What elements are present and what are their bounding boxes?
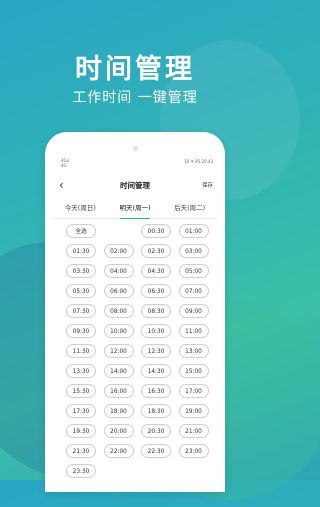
time-slot-button[interactable]: 07:00 — [178, 284, 209, 298]
time-slot-button[interactable]: 12:00 — [103, 344, 134, 358]
time-slot-button[interactable]: 06:30 — [141, 284, 171, 298]
time-slot-button[interactable]: 01:30 — [66, 244, 96, 258]
time-slot-button[interactable]: 08:30 — [141, 304, 171, 318]
camera-icon — [133, 146, 138, 151]
time-slot-button[interactable]: 17:30 — [66, 404, 96, 418]
phone-mockup: 4Ga 4G 10 ⁕ 95 20:43 ‹ 时间管理 保存 今天(周日) 明天(… — [45, 132, 225, 492]
status-signal-bottom: 4G — [61, 163, 67, 168]
time-slot-button[interactable]: 18:30 — [141, 404, 171, 418]
time-slot-button[interactable]: 09:30 — [66, 324, 96, 338]
time-slot-button[interactable]: 08:00 — [103, 304, 134, 318]
time-slot-button[interactable]: 21:30 — [66, 444, 96, 458]
nav-bar: ‹ 时间管理 保存 — [57, 176, 213, 196]
time-slot-button[interactable]: 18:00 — [103, 404, 134, 418]
promo-subheadline: 工作时间 一键管理 — [72, 90, 198, 106]
time-slot-button[interactable]: 23:00 — [178, 444, 209, 458]
time-slot-button[interactable]: 11:00 — [178, 324, 209, 338]
time-slot-button[interactable]: 13:00 — [178, 344, 209, 358]
time-slot-button[interactable]: 14:30 — [141, 364, 171, 378]
time-slot-button[interactable]: 02:00 — [103, 244, 134, 258]
time-slot-button[interactable]: 10:30 — [141, 324, 171, 338]
time-slot-button[interactable]: 05:30 — [66, 284, 96, 298]
time-slot-button[interactable]: 15:00 — [178, 364, 209, 378]
time-slot-button[interactable]: 07:30 — [66, 304, 96, 318]
time-slot-button[interactable]: 16:30 — [141, 384, 171, 398]
time-slot-button[interactable]: 14:00 — [103, 364, 134, 378]
time-slot-button[interactable]: 21:00 — [178, 424, 209, 438]
day-tab[interactable]: 后天(周二) — [162, 202, 217, 218]
day-tabs: 今天(周日) 明天(周一) 后天(周二) — [53, 202, 217, 219]
promo-headline: 时间管理 — [75, 54, 195, 85]
time-slot-button[interactable]: 12:30 — [141, 344, 171, 358]
time-slot-button[interactable]: 04:00 — [103, 264, 134, 278]
time-slot-button[interactable]: 04:30 — [141, 264, 171, 278]
time-slot-button[interactable]: 03:30 — [66, 264, 96, 278]
time-slot-button[interactable]: 02:30 — [141, 244, 171, 258]
time-slot-button[interactable]: 16:00 — [103, 384, 134, 398]
time-slot-button[interactable]: 06:00 — [103, 284, 134, 298]
time-slot-button[interactable]: 13:30 — [66, 364, 96, 378]
time-slot-button[interactable]: 23:30 — [66, 464, 96, 478]
time-slot-grid: 全选 00:30 01:00 01:30 02:00 02:30 03:00 03:30 04:… — [66, 224, 214, 478]
time-slot-button[interactable]: 19:00 — [178, 404, 209, 418]
time-slot-button[interactable]: 09:00 — [178, 304, 209, 318]
time-slot-button[interactable]: 05:00 — [178, 264, 209, 278]
status-bar: 4Ga 4G 10 ⁕ 95 20:43 — [61, 156, 213, 170]
time-slot-button[interactable]: 22:30 — [141, 444, 171, 458]
day-tab[interactable]: 明天(周一) — [108, 202, 163, 219]
page-title: 时间管理 — [120, 181, 150, 190]
signal-icon: 4Ga 4G — [61, 158, 69, 168]
time-slot-button[interactable]: 00:30 — [141, 224, 171, 238]
time-slot-button[interactable]: 01:00 — [178, 224, 209, 238]
time-slot-button[interactable]: 19:30 — [66, 424, 96, 438]
time-slot-button[interactable]: 03:00 — [178, 244, 209, 258]
time-slot-button[interactable]: 11:30 — [66, 344, 96, 358]
time-slot-button[interactable]: 17:00 — [178, 384, 209, 398]
save-button[interactable]: 保存 — [202, 181, 213, 189]
time-slot-button[interactable]: 22:00 — [103, 444, 134, 458]
day-tab[interactable]: 今天(周日) — [53, 202, 108, 218]
time-slot-button[interactable]: 15:30 — [66, 384, 96, 398]
status-time: 10 ⁕ 95 20:43 — [184, 159, 213, 164]
time-slot-button[interactable]: 10:00 — [103, 324, 134, 338]
time-slot-button[interactable]: 20:30 — [141, 424, 171, 438]
select-all-button[interactable]: 全选 — [66, 224, 96, 238]
time-slot-button[interactable]: 20:00 — [103, 424, 134, 438]
